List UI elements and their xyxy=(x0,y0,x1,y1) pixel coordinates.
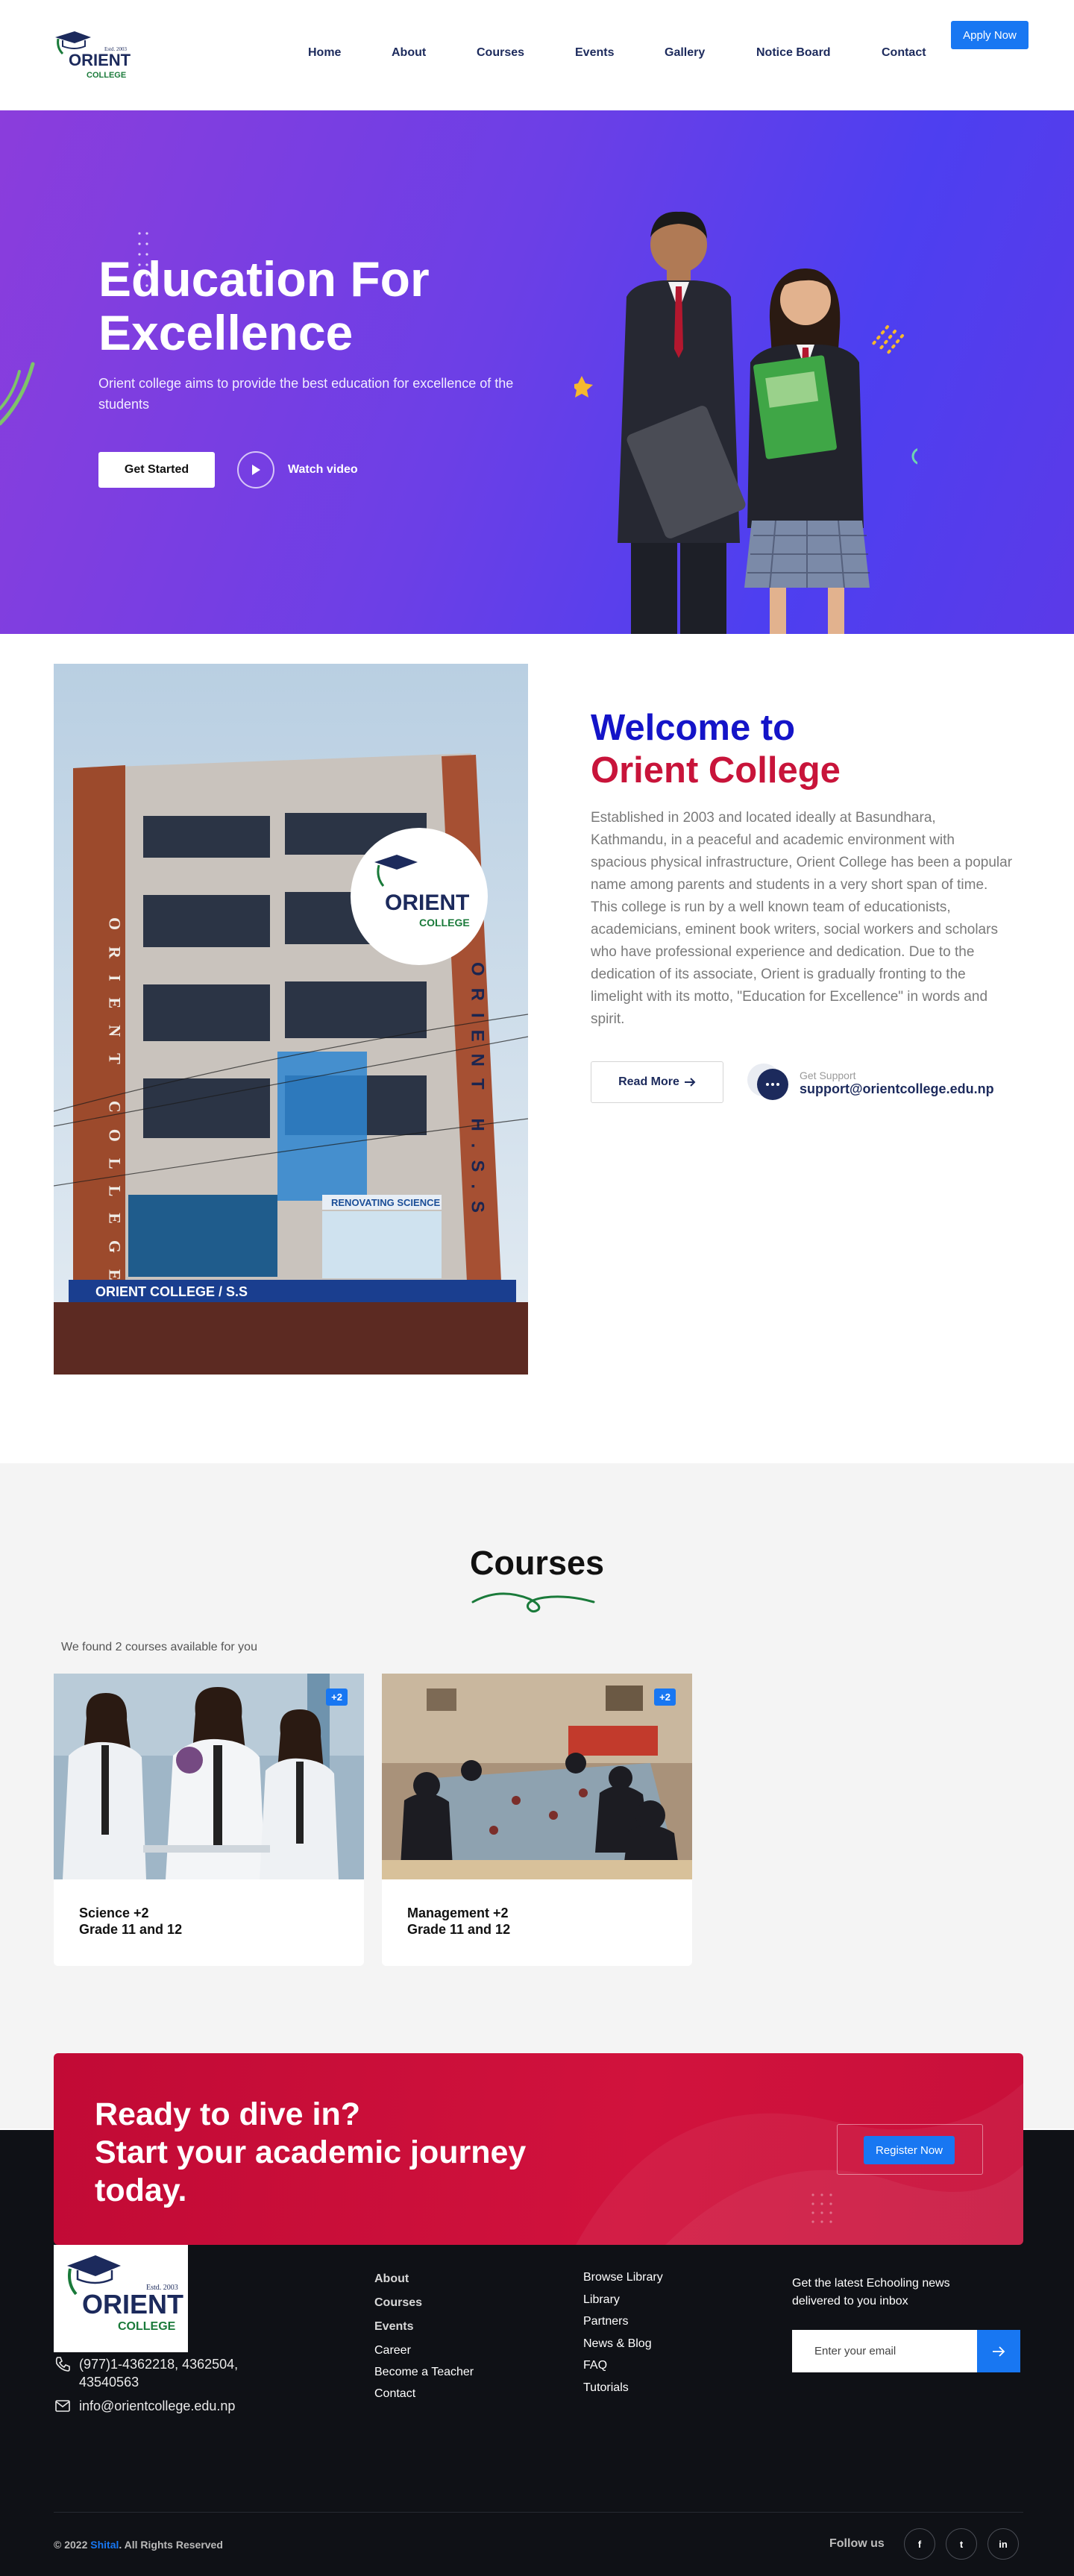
nav-gallery[interactable]: Gallery xyxy=(665,46,705,60)
svg-text:ORIENT COLLEGE / S.S: ORIENT COLLEGE / S.S xyxy=(95,1284,248,1299)
leaf-decoration-icon xyxy=(0,362,35,426)
course-card-science[interactable]: +2 Science +2 Grade 11 and 12 xyxy=(54,1674,364,1966)
course-title: Science +2 Grade 11 and 12 xyxy=(79,1906,183,1937)
nav-events[interactable]: Events xyxy=(575,46,614,60)
footer-links-primary: About Courses Events Career Become a Tea… xyxy=(374,2270,474,2409)
nav-courses[interactable]: Courses xyxy=(477,46,524,60)
register-now-button[interactable]: Register Now xyxy=(864,2136,955,2164)
footer-phone: (977)1-4362218, 4362504, 43540563 xyxy=(54,2355,300,2391)
footer-link-courses[interactable]: Courses xyxy=(374,2294,474,2318)
twitter-icon[interactable]: t xyxy=(946,2528,977,2560)
hero-subtitle: Orient college aims to provide the best … xyxy=(98,376,514,412)
site-header: ORIENT COLLEGE Estd. 2003 Home About Cou… xyxy=(0,0,1074,110)
main-nav: Home About Courses Events Gallery Notice… xyxy=(0,46,1074,64)
footer-link-browse-library[interactable]: Browse Library xyxy=(583,2269,663,2291)
newsletter-text: Get the latest Echooling news delivered … xyxy=(792,2277,950,2308)
science-course-image xyxy=(54,1674,364,1879)
svg-text:Estd. 2003: Estd. 2003 xyxy=(146,2284,178,2292)
svg-text:COLLEGE: COLLEGE xyxy=(419,917,470,929)
get-started-button[interactable]: Get Started xyxy=(98,452,215,488)
copyright-text: © 2022 Shital. All Rights Reserved xyxy=(54,2539,223,2551)
footer-divider xyxy=(54,2512,1023,2513)
brand-link[interactable]: Shital xyxy=(90,2539,119,2551)
squiggle-decoration-icon xyxy=(471,1592,595,1613)
arrow-right-icon xyxy=(993,2346,1005,2357)
facebook-icon[interactable]: f xyxy=(904,2528,935,2560)
cta-title: Ready to dive in? Start your academic jo… xyxy=(95,2096,527,2208)
course-title: Management +2 Grade 11 and 12 xyxy=(407,1906,511,1937)
footer-link-faq[interactable]: FAQ xyxy=(583,2357,663,2379)
linkedin-icon[interactable]: in xyxy=(987,2528,1019,2560)
support-contact: Get Support support@orientcollege.edu.np xyxy=(746,1062,994,1104)
management-course-image xyxy=(382,1674,692,1879)
svg-text:ORIENT H.S.S: ORIENT H.S.S xyxy=(468,962,488,1225)
watch-video-button[interactable]: Watch video xyxy=(237,450,358,489)
footer-link-tutorials[interactable]: Tutorials xyxy=(583,2379,663,2401)
footer-links-secondary: Browse Library Library Partners News & B… xyxy=(583,2269,663,2401)
courses-title: Courses xyxy=(469,1544,605,1582)
courses-count-text: We found 2 courses available for you xyxy=(61,1641,257,1653)
watch-video-label: Watch video xyxy=(288,463,358,476)
svg-text:COLLEGE: COLLEGE xyxy=(87,71,126,80)
apply-now-button[interactable]: Apply Now xyxy=(951,21,1029,49)
footer-link-library[interactable]: Library xyxy=(583,2291,663,2313)
footer-link-events[interactable]: Events xyxy=(374,2318,474,2342)
footer-link-become-teacher[interactable]: Become a Teacher xyxy=(374,2363,474,2385)
footer-link-contact[interactable]: Contact xyxy=(374,2385,474,2409)
college-building-image: ORIENT COLLEGE ORIENT H.S.S RENOVATING S… xyxy=(54,664,528,1375)
footer-link-about[interactable]: About xyxy=(374,2270,474,2294)
mail-icon xyxy=(55,2400,70,2412)
chat-support-icon xyxy=(747,1064,788,1100)
nav-contact[interactable]: Contact xyxy=(882,46,926,60)
newsletter-email-input[interactable] xyxy=(792,2330,977,2372)
newsletter-submit-button[interactable] xyxy=(977,2330,1020,2372)
nav-about[interactable]: About xyxy=(392,46,426,60)
svg-text:ORIENT COLLEGE: ORIENT COLLEGE xyxy=(106,917,125,1297)
nav-home[interactable]: Home xyxy=(308,46,341,60)
footer-email[interactable]: info@orientcollege.edu.np xyxy=(54,2397,235,2415)
svg-text:RENOVATING SCIENCE: RENOVATING SCIENCE xyxy=(331,1197,440,1208)
nav-notice-board[interactable]: Notice Board xyxy=(756,46,831,60)
play-icon xyxy=(237,451,274,489)
cta-banner: Ready to dive in? Start your academic jo… xyxy=(54,2053,1023,2245)
svg-text:ORIENT: ORIENT xyxy=(82,2289,183,2319)
svg-text:ORIENT: ORIENT xyxy=(385,890,469,915)
footer-link-news-blog[interactable]: News & Blog xyxy=(583,2335,663,2357)
support-label: Get Support xyxy=(800,1069,856,1081)
course-badge: +2 xyxy=(654,1688,676,1706)
footer-link-partners[interactable]: Partners xyxy=(583,2313,663,2335)
read-more-button[interactable]: Read More xyxy=(591,1061,723,1103)
course-card-management[interactable]: +2 Management +2 Grade 11 and 12 xyxy=(382,1674,692,1966)
follow-us-label: Follow us xyxy=(829,2537,885,2550)
hero-section: Education For Excellence Orient college … xyxy=(0,110,1074,634)
support-email-link[interactable]: support@orientcollege.edu.np xyxy=(800,1081,994,1096)
arrow-right-icon xyxy=(684,1078,696,1087)
welcome-description: Established in 2003 and located ideally … xyxy=(591,810,1013,1027)
students-image xyxy=(574,211,917,634)
phone-icon xyxy=(55,2357,70,2372)
course-badge: +2 xyxy=(326,1688,348,1706)
footer-link-career[interactable]: Career xyxy=(374,2342,474,2363)
hero-title: Education For Excellence xyxy=(98,251,430,360)
footer-logo[interactable]: ORIENT COLLEGE Estd. 2003 xyxy=(54,2245,188,2352)
welcome-title: Welcome to Orient College xyxy=(591,708,841,791)
svg-text:COLLEGE: COLLEGE xyxy=(118,2320,176,2333)
